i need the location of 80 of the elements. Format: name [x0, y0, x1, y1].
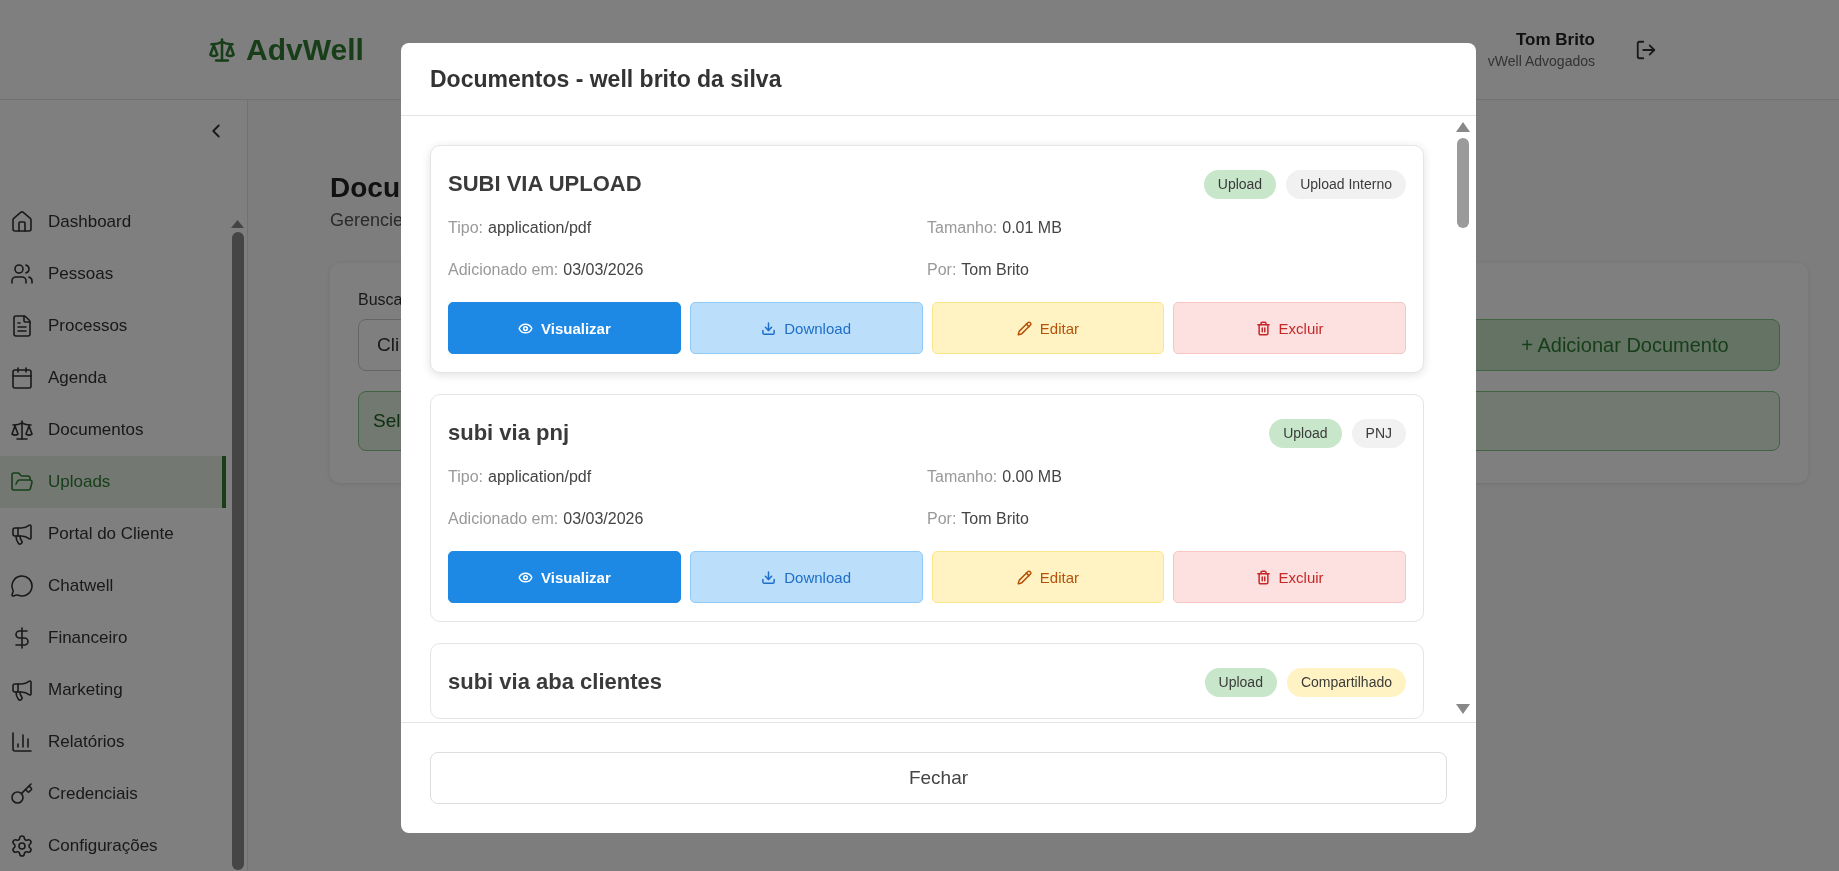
- calendar-icon: [10, 366, 34, 390]
- page-title: Docu: [330, 172, 400, 204]
- document-tag: PNJ: [1351, 418, 1406, 448]
- field-label: Por:: [927, 261, 957, 279]
- page-subtitle: Gerencie: [330, 210, 404, 231]
- sidebar-item[interactable]: Dashboard: [0, 196, 226, 248]
- field-value: application/pdf: [488, 219, 592, 237]
- megaphone-icon: [10, 678, 34, 702]
- field-value: application/pdf: [488, 468, 592, 486]
- close-button[interactable]: Fechar: [430, 752, 1447, 804]
- eye-icon: [518, 569, 533, 585]
- sidebar-item[interactable]: Financeiro: [0, 612, 226, 664]
- bar-chart-icon: [10, 730, 34, 754]
- chat-bubble-icon: [10, 574, 34, 598]
- download-button[interactable]: Download: [689, 302, 923, 354]
- sidebar-item[interactable]: Documentos: [0, 404, 226, 456]
- scale-icon: [10, 418, 34, 442]
- sidebar-item[interactable]: Credenciais: [0, 768, 226, 820]
- sidebar-item[interactable]: Chatwell: [0, 560, 226, 612]
- delete-button[interactable]: Excluir: [1173, 302, 1406, 354]
- folder-icon: [10, 470, 34, 494]
- sidebar-item[interactable]: Configurações: [0, 820, 226, 871]
- document-name: subi via pnj: [448, 420, 570, 446]
- download-button[interactable]: Download: [689, 551, 923, 603]
- field-value: Tom Brito: [961, 261, 1029, 279]
- delete-button[interactable]: Excluir: [1173, 551, 1406, 603]
- scroll-up-icon[interactable]: [231, 220, 244, 228]
- user-name: Tom Brito: [1516, 30, 1595, 50]
- edit-button[interactable]: Editar: [931, 551, 1165, 603]
- field-label: Por:: [927, 510, 957, 528]
- users-icon: [10, 262, 34, 286]
- download-icon: [761, 569, 777, 585]
- document-tag: Upload: [1269, 418, 1342, 448]
- trash-icon: [1255, 320, 1271, 336]
- view-button[interactable]: Visualizar: [448, 551, 681, 603]
- field-label: Tamanho:: [927, 468, 998, 486]
- sidebar-item[interactable]: Processos: [0, 300, 226, 352]
- document-tag: Upload Interno: [1286, 169, 1406, 199]
- field-label: Adicionado em:: [448, 510, 559, 528]
- field-value: 03/03/2026: [563, 510, 644, 528]
- scrollbar-thumb[interactable]: [1457, 138, 1469, 228]
- scroll-down-icon[interactable]: [1456, 704, 1470, 714]
- field-label: Tipo:: [448, 219, 483, 237]
- edit-button[interactable]: Editar: [931, 302, 1165, 354]
- sidebar-item[interactable]: Pessoas: [0, 248, 226, 300]
- field-label: Adicionado em:: [448, 261, 559, 279]
- dialog-title: Documentos - well brito da silva: [430, 65, 782, 93]
- search-label: Busca: [358, 291, 403, 309]
- field-value: Tom Brito: [961, 510, 1029, 528]
- field-label: Tamanho:: [927, 219, 998, 237]
- sidebar-item[interactable]: Uploads: [0, 456, 226, 508]
- settings-icon: [10, 834, 34, 858]
- document-name: subi via aba clientes: [448, 669, 662, 695]
- sidebar-item[interactable]: Portal do Cliente: [0, 508, 226, 560]
- document-tag: Compartilhado: [1286, 667, 1406, 697]
- key-icon: [10, 782, 34, 806]
- house-icon: [10, 210, 34, 234]
- sidebar-item[interactable]: Marketing: [0, 664, 226, 716]
- megaphone-icon: [10, 522, 34, 546]
- sidebar-item[interactable]: Agenda: [0, 352, 226, 404]
- scrollbar-thumb[interactable]: [231, 232, 244, 870]
- scroll-up-icon[interactable]: [1456, 122, 1470, 132]
- document-tag: Upload: [1204, 667, 1277, 697]
- sidebar-item[interactable]: Relatórios: [0, 716, 226, 768]
- field-value: 0.00 MB: [1002, 468, 1062, 486]
- eye-icon: [518, 320, 533, 336]
- pencil-icon: [1016, 320, 1032, 336]
- view-button[interactable]: Visualizar: [448, 302, 681, 354]
- document-name: SUBI VIA UPLOAD: [448, 171, 642, 197]
- field-label: Tipo:: [448, 468, 483, 486]
- user-organization: vWell Advogados: [1487, 53, 1595, 69]
- field-value: 0.01 MB: [1002, 219, 1062, 237]
- document-tag: Upload: [1203, 169, 1277, 199]
- app-logo: AdvWell: [208, 32, 364, 67]
- trash-icon: [1255, 569, 1271, 585]
- document-icon: [10, 314, 34, 338]
- field-value: 03/03/2026: [563, 261, 644, 279]
- download-icon: [761, 320, 777, 336]
- logout-icon[interactable]: [1635, 38, 1657, 61]
- pencil-icon: [1016, 569, 1032, 585]
